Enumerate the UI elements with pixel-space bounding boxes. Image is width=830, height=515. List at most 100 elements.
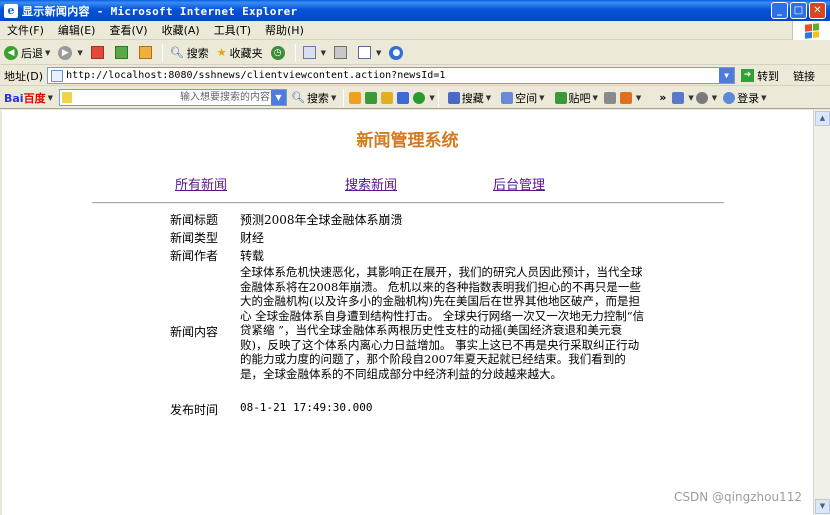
menu-help[interactable]: 帮助(H) [258, 22, 311, 38]
window-title: 显示新闻内容 - Microsoft Internet Explorer [22, 4, 298, 18]
vertical-scrollbar[interactable]: ▲ ▼ [813, 110, 830, 515]
back-button[interactable]: ◀ 后退 ▼ [0, 42, 54, 64]
links-button[interactable]: 链接 [793, 68, 815, 84]
ie-page-icon: e [4, 3, 18, 18]
globe-icon[interactable] [413, 91, 426, 104]
baidu-search-input[interactable]: 输入想要搜索的内容 ▼ [58, 89, 287, 106]
baidu-tieba-label: 贴吧 [568, 91, 591, 105]
baidu-search-button[interactable]: 🔍︎ 搜索 ▼ [287, 87, 340, 109]
history-button[interactable]: ◷ [267, 42, 292, 64]
menu-edit[interactable]: 编辑(E) [51, 22, 103, 38]
back-label: 后退 [21, 46, 43, 60]
favorites-button[interactable]: ★ 收藏夹 [213, 42, 267, 64]
chevron-down-icon[interactable]: ▼ [270, 90, 286, 105]
image-icon[interactable] [365, 91, 378, 104]
toolbar-divider [343, 88, 345, 107]
baidu-logo[interactable]: Bai百度 [4, 90, 46, 106]
mail-button[interactable]: ▼ [299, 42, 330, 64]
grid-icon[interactable] [672, 91, 685, 104]
divider [92, 202, 724, 204]
news-author-value: 转载 [240, 249, 265, 263]
refresh-icon [114, 46, 128, 59]
login-button[interactable]: 登录 ▼ [717, 87, 770, 109]
edit-icon [358, 46, 372, 59]
baidu-search-placeholder: 输入想要搜索的内容 [179, 92, 270, 103]
news-content-label: 新闻内容 [170, 325, 219, 339]
chevron-down-icon[interactable]: ▼ [48, 94, 53, 102]
chevron-down-icon: ▼ [45, 48, 51, 57]
zhidao-icon[interactable] [381, 91, 394, 104]
space-icon [501, 91, 514, 104]
news-title-value: 预测2008年全球金融体系崩溃 [240, 213, 403, 227]
chevron-down-icon: ▼ [539, 93, 545, 102]
news-type-value: 财经 [240, 231, 265, 245]
back-arrow-icon: ◀ [4, 45, 18, 60]
edit-button[interactable]: ▼ [354, 42, 385, 64]
windows-flag-icon [804, 22, 819, 39]
window-controls: _ □ ✕ [771, 2, 826, 19]
page-content: 新闻管理系统 所有新闻 搜索新闻 后台管理 新闻标题 预测2008年全球金融体系… [2, 110, 813, 515]
windows-logo [792, 21, 830, 40]
favorites-label: 收藏夹 [229, 46, 263, 60]
menu-file[interactable]: 文件(F) [0, 22, 51, 38]
nav-admin[interactable]: 后台管理 [493, 174, 545, 193]
menu-favorites[interactable]: 收藏(A) [155, 22, 207, 38]
go-label: 转到 [757, 69, 780, 83]
stop-button[interactable] [87, 42, 111, 64]
baidu-tool-icon[interactable] [349, 91, 362, 104]
chevron-down-icon: ▼ [761, 93, 767, 102]
chevron-down-icon: ▼ [376, 48, 382, 57]
baidu-bookmark-button[interactable]: 搜藏 ▼ [442, 87, 495, 109]
print-button[interactable] [330, 42, 354, 64]
go-button[interactable]: ➜ 转到 [741, 68, 779, 84]
menu-tools[interactable]: 工具(T) [207, 22, 258, 38]
maximize-button[interactable]: □ [790, 2, 807, 19]
chevron-down-icon: ▼ [485, 93, 492, 102]
tieba-icon [554, 91, 567, 104]
news-icon[interactable] [397, 91, 410, 104]
baidu-space-label: 空间 [515, 91, 538, 105]
refresh-button[interactable] [111, 42, 135, 64]
scroll-down-arrow-icon[interactable]: ▼ [815, 499, 830, 514]
chevron-down-icon: ▼ [330, 93, 337, 102]
mail-icon [302, 46, 316, 59]
search-label: 搜索 [186, 46, 209, 60]
close-button[interactable]: ✕ [809, 2, 826, 19]
input-highlight-icon [61, 92, 72, 103]
search-icon: 🔍︎ [169, 46, 184, 59]
chevron-down-icon[interactable]: ▼ [719, 68, 735, 83]
csdn-watermark: CSDN @qingzhou112 [674, 490, 802, 504]
search-icon: 🔍︎ [290, 91, 305, 104]
nav-search-news[interactable]: 搜索新闻 [345, 174, 397, 193]
calculator-icon[interactable] [603, 91, 616, 104]
more-chevron-icon[interactable]: » [659, 91, 666, 104]
news-type-label: 新闻类型 [170, 231, 219, 245]
chevron-down-icon[interactable]: ▼ [636, 94, 641, 102]
forward-button[interactable]: ▶ ▼ [54, 42, 86, 64]
address-bar: 地址(D) http://localhost:8080/sshnews/clie… [0, 66, 830, 86]
translate-icon[interactable] [619, 91, 632, 104]
menu-view[interactable]: 查看(V) [102, 22, 154, 38]
baidu-tieba-button[interactable]: 贴吧 ▼ [549, 87, 602, 109]
baidu-search-label: 搜索 [306, 91, 329, 105]
baidu-space-button[interactable]: 空间 ▼ [495, 87, 548, 109]
messenger-icon: ● [389, 45, 404, 60]
login-label: 登录 [737, 91, 760, 105]
chevron-down-icon[interactable]: ▼ [688, 94, 693, 102]
search-button[interactable]: 🔍︎ 搜索 [166, 42, 213, 64]
baidu-logo-a: Bai [4, 91, 24, 105]
scroll-up-arrow-icon[interactable]: ▲ [815, 111, 830, 126]
address-url: http://localhost:8080/sshnews/clientview… [66, 70, 446, 81]
news-author-label: 新闻作者 [170, 249, 219, 263]
chevron-down-icon[interactable]: ▼ [429, 94, 434, 102]
nav-all-news[interactable]: 所有新闻 [175, 174, 227, 193]
address-input[interactable]: http://localhost:8080/sshnews/clientview… [47, 67, 736, 84]
home-icon [138, 46, 152, 59]
menu-bar: 文件(F) 编辑(E) 查看(V) 收藏(A) 工具(T) 帮助(H) [0, 21, 830, 40]
messenger-button[interactable]: ● [385, 42, 410, 64]
home-button[interactable] [135, 42, 159, 64]
star-icon: ★ [216, 46, 227, 59]
user-icon [723, 91, 736, 104]
minimize-button[interactable]: _ [771, 2, 788, 19]
gear-icon[interactable] [695, 91, 708, 104]
